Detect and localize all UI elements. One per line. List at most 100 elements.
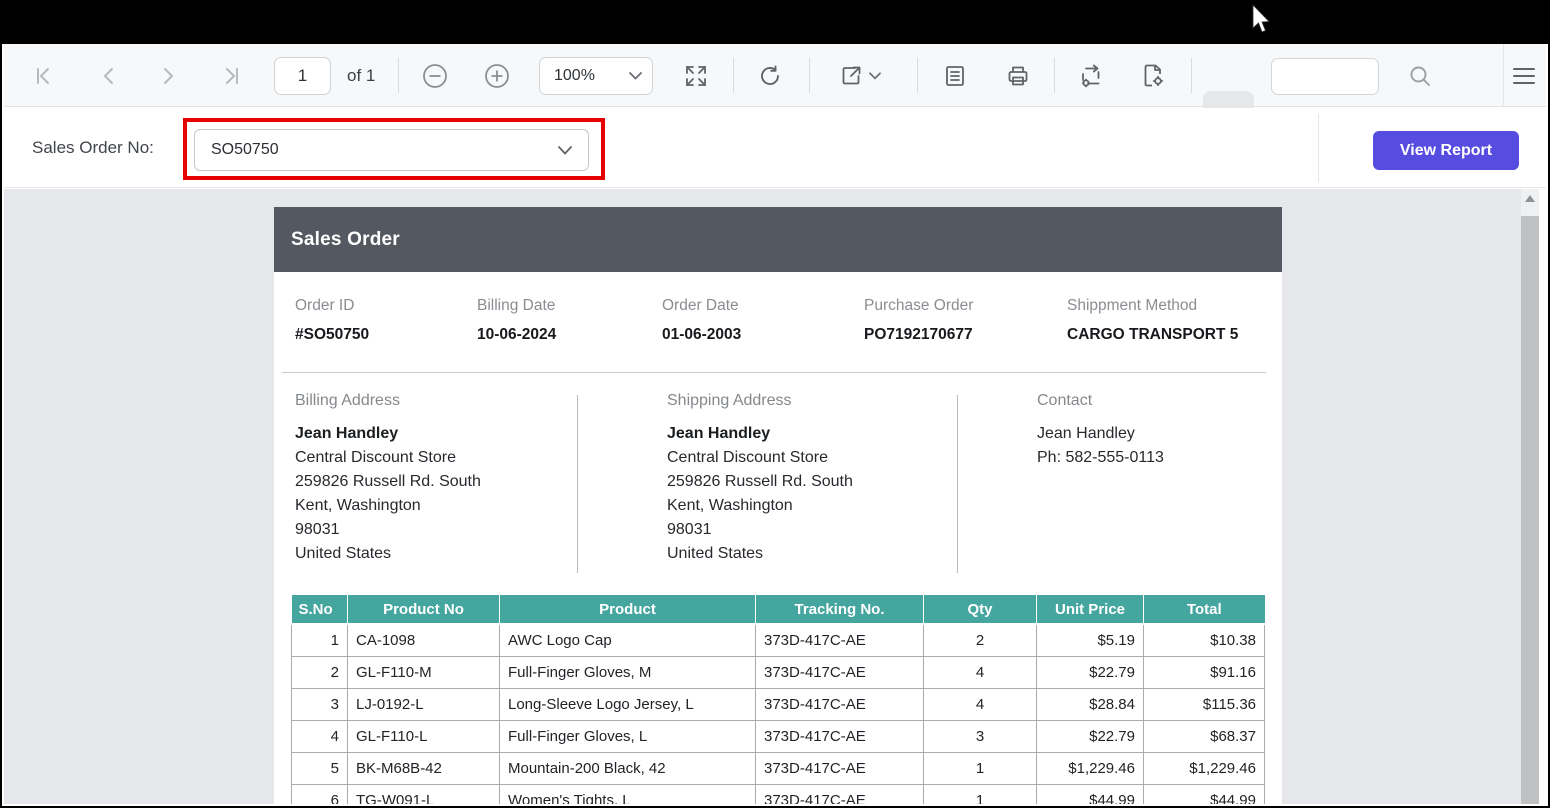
toolbar-separator — [809, 58, 810, 93]
table-cell: 373D-417C-AE — [756, 624, 924, 656]
first-page-button[interactable] — [24, 44, 64, 107]
order-info-label: Shippment Method — [1067, 297, 1238, 315]
table-cell: 373D-417C-AE — [756, 656, 924, 688]
scrollbar-thumb[interactable] — [1521, 216, 1539, 804]
scroll-up-arrow[interactable] — [1525, 195, 1535, 202]
print-icon — [1006, 64, 1030, 88]
table-header-cell: Product — [500, 595, 756, 624]
table-row: 1CA-1098AWC Logo Cap373D-417C-AE2$5.19$1… — [292, 624, 1265, 656]
table-cell: 4 — [292, 720, 348, 752]
table-row: 5BK-M68B-42Mountain-200 Black, 42373D-41… — [292, 752, 1265, 784]
contact-block: Contact Jean Handley Ph: 582-555-0113 — [1037, 392, 1164, 470]
order-info-value: PO7192170677 — [864, 326, 973, 344]
search-button[interactable] — [1400, 44, 1440, 107]
table-cell: 2 — [924, 624, 1037, 656]
order-info-label: Order Date — [662, 297, 741, 315]
chevron-down-icon — [629, 72, 642, 80]
address-divider — [577, 395, 578, 573]
zoom-out-button[interactable] — [415, 44, 455, 107]
table-row: 4GL-F110-LFull-Finger Gloves, L373D-417C… — [292, 720, 1265, 752]
document-icon — [944, 64, 966, 88]
order-info-value: #SO50750 — [295, 326, 369, 344]
refresh-button[interactable] — [750, 44, 790, 107]
app-window: of 1 100% — [0, 0, 1550, 808]
table-cell: $28.84 — [1037, 688, 1144, 720]
address-line: 259826 Russell Rd. South — [667, 470, 853, 494]
table-cell: 2 — [292, 656, 348, 688]
table-cell: Women's Tights, L — [500, 784, 756, 804]
address-label: Shipping Address — [667, 392, 853, 410]
contact-phone: Ph: 582-555-0113 — [1037, 446, 1164, 470]
report-title: Sales Order — [291, 229, 400, 251]
table-cell: Full-Finger Gloves, L — [500, 720, 756, 752]
table-cell: $10.38 — [1144, 624, 1265, 656]
table-cell: Long-Sleeve Logo Jersey, L — [500, 688, 756, 720]
table-header-cell: S.No — [292, 595, 348, 624]
section-divider — [282, 372, 1266, 373]
page-count-label: of 1 — [347, 44, 375, 107]
address-line: 98031 — [295, 518, 481, 542]
vertical-scrollbar[interactable] — [1521, 189, 1539, 804]
view-report-button[interactable]: View Report — [1373, 131, 1519, 170]
search-icon — [1408, 64, 1432, 88]
page-number-input[interactable] — [274, 57, 331, 95]
table-header-cell: Tracking No. — [756, 595, 924, 624]
zoom-in-button[interactable] — [477, 44, 517, 107]
export-icon — [839, 64, 863, 88]
address-line: Kent, Washington — [667, 494, 853, 518]
chevron-down-icon — [869, 72, 881, 80]
previous-page-button[interactable] — [88, 44, 128, 107]
print-button[interactable] — [998, 44, 1038, 107]
table-row: 2GL-F110-MFull-Finger Gloves, M373D-417C… — [292, 656, 1265, 688]
address-line: 98031 — [667, 518, 853, 542]
page-setup-button[interactable] — [1133, 44, 1173, 107]
address-line: Kent, Washington — [295, 494, 481, 518]
last-page-button[interactable] — [211, 44, 251, 107]
table-cell: 4 — [924, 656, 1037, 688]
table-cell: 1 — [924, 784, 1037, 804]
address-label: Billing Address — [295, 392, 481, 410]
table-header-cell: Product No — [348, 595, 500, 624]
table-cell: $1,229.46 — [1037, 752, 1144, 784]
sales-order-no-dropdown[interactable]: SO50750 — [194, 129, 589, 171]
report-viewer-toolbar: of 1 100% — [4, 44, 1546, 107]
table-header-cell: Unit Price — [1037, 595, 1144, 624]
table-cell: CA-1098 — [348, 624, 500, 656]
order-info-value: 01-06-2003 — [662, 326, 741, 344]
table-cell: GL-F110-L — [348, 720, 500, 752]
table-cell: TG-W091-L — [348, 784, 500, 804]
report-content-area: Sales Order Order ID#SO50750 Billing Date… — [4, 189, 1546, 804]
search-input[interactable] — [1271, 58, 1379, 95]
fullscreen-button[interactable] — [676, 44, 716, 107]
refresh-parameters-button[interactable] — [1072, 44, 1112, 107]
table-body: 1CA-1098AWC Logo Cap373D-417C-AE2$5.19$1… — [292, 624, 1265, 804]
report-page: Sales Order Order ID#SO50750 Billing Date… — [274, 207, 1282, 804]
fullscreen-icon — [685, 65, 707, 87]
table-cell: 6 — [292, 784, 348, 804]
address-divider — [957, 395, 958, 573]
next-page-button[interactable] — [149, 44, 189, 107]
export-button[interactable] — [832, 44, 888, 107]
document-view-button[interactable] — [935, 44, 975, 107]
parameter-panel: Sales Order No: SO50750 View Report — [4, 108, 1546, 188]
table-cell: $22.79 — [1037, 720, 1144, 752]
shipping-address-block: Shipping AddressJean HandleyCentral Disc… — [667, 392, 853, 566]
order-info-value: 10-06-2024 — [477, 326, 556, 344]
menu-button[interactable] — [1504, 44, 1544, 107]
table-cell: Mountain-200 Black, 42 — [500, 752, 756, 784]
parameters-refresh-icon — [1080, 64, 1104, 88]
order-items-table: S.NoProduct NoProductTracking No.QtyUnit… — [291, 595, 1265, 804]
page-setup-icon — [1142, 64, 1164, 88]
table-cell: GL-F110-M — [348, 656, 500, 688]
order-info-item: Order ID#SO50750 — [295, 297, 369, 344]
billing-address-block: Billing AddressJean HandleyCentral Disco… — [295, 392, 481, 566]
hamburger-menu-icon — [1512, 67, 1536, 85]
table-cell: $5.19 — [1037, 624, 1144, 656]
table-cell: $44.99 — [1037, 784, 1144, 804]
address-name: Jean Handley — [667, 422, 853, 446]
table-cell: 1 — [924, 752, 1037, 784]
order-info-label: Billing Date — [477, 297, 556, 315]
table-cell: $115.36 — [1144, 688, 1265, 720]
zoom-level-select[interactable]: 100% — [539, 57, 653, 95]
toolbar-separator — [1191, 58, 1192, 93]
